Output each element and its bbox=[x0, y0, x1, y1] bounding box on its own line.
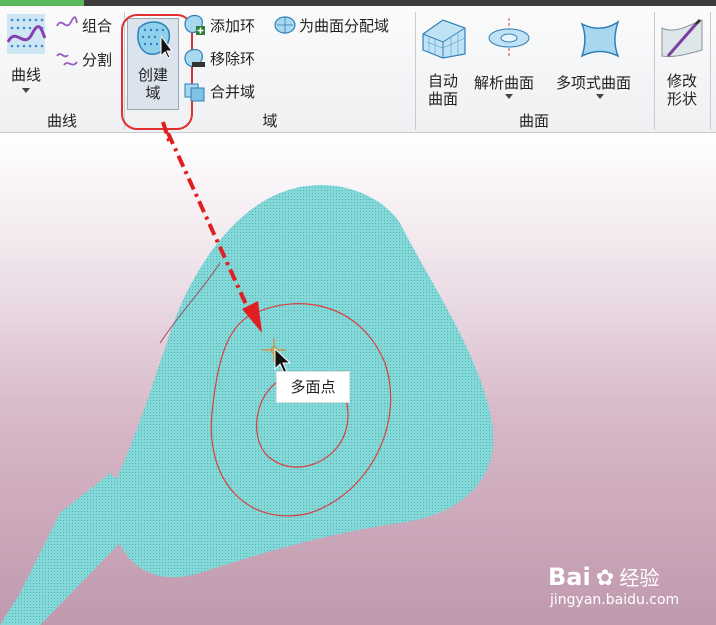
analytic-surface-icon[interactable] bbox=[487, 16, 531, 60]
model-canvas[interactable] bbox=[0, 133, 716, 625]
red-highlight-annotation bbox=[121, 14, 193, 130]
combine-label[interactable]: 组合 bbox=[82, 15, 112, 36]
remove-loop-label[interactable]: 移除环 bbox=[210, 48, 255, 69]
add-loop-icon[interactable] bbox=[184, 14, 206, 36]
analytic-surface-caret[interactable] bbox=[505, 94, 513, 99]
polynomial-surface-icon[interactable] bbox=[578, 16, 622, 60]
mesh-model[interactable] bbox=[0, 184, 494, 625]
curve-button-label[interactable]: 曲线 bbox=[6, 66, 46, 84]
ribbon-toolbar: 曲线 组合 分割 曲线 创建 域 添加环 移除环 合并域 为曲面分配域 域 自动… bbox=[0, 6, 716, 133]
tooltip: 多面点 bbox=[276, 371, 350, 403]
auto-surface-icon[interactable] bbox=[421, 14, 467, 60]
auto-surface-label-line2: 曲面 bbox=[427, 90, 458, 108]
group-separator bbox=[415, 12, 416, 130]
domain-group-label: 域 bbox=[262, 112, 278, 130]
combine-icon[interactable] bbox=[56, 14, 78, 34]
modify-shape-icon[interactable] bbox=[660, 16, 704, 60]
polynomial-surface-caret[interactable] bbox=[596, 94, 604, 99]
split-label[interactable]: 分割 bbox=[82, 49, 112, 70]
watermark-url: jingyan.baidu.com bbox=[550, 592, 680, 608]
modify-shape-label-line2: 形状 bbox=[666, 90, 697, 108]
polynomial-surface-label[interactable]: 多项式曲面 bbox=[556, 72, 631, 93]
watermark-brand: Bai bbox=[548, 563, 591, 591]
split-icon[interactable] bbox=[56, 50, 78, 70]
watermark: Bai ✿ 经验 bbox=[548, 562, 659, 591]
modify-shape-label-line1: 修改 bbox=[666, 72, 697, 90]
curve-icon[interactable] bbox=[6, 12, 46, 56]
graphics-viewport[interactable] bbox=[0, 133, 716, 625]
group-separator bbox=[710, 12, 711, 130]
remove-loop-icon[interactable] bbox=[184, 48, 206, 70]
curve-dropdown-caret[interactable] bbox=[22, 88, 30, 93]
add-loop-label[interactable]: 添加环 bbox=[210, 15, 255, 36]
merge-domain-icon[interactable] bbox=[184, 82, 206, 102]
assign-to-surface-label[interactable]: 为曲面分配域 bbox=[299, 15, 389, 36]
group-separator bbox=[654, 12, 655, 130]
watermark-brand-cn: 经验 bbox=[619, 566, 660, 590]
auto-surface-label[interactable]: 自动 曲面 bbox=[420, 72, 466, 108]
auto-surface-label-line1: 自动 bbox=[427, 72, 458, 90]
assign-domain-icon[interactable] bbox=[274, 14, 296, 36]
paw-icon: ✿ bbox=[595, 566, 615, 591]
merge-domain-label[interactable]: 合并域 bbox=[210, 81, 255, 102]
analytic-surface-label[interactable]: 解析曲面 bbox=[474, 72, 534, 93]
surface-group-label: 曲面 bbox=[518, 112, 549, 130]
modify-shape-label[interactable]: 修改 形状 bbox=[660, 72, 704, 108]
curve-group-label: 曲线 bbox=[46, 112, 77, 130]
